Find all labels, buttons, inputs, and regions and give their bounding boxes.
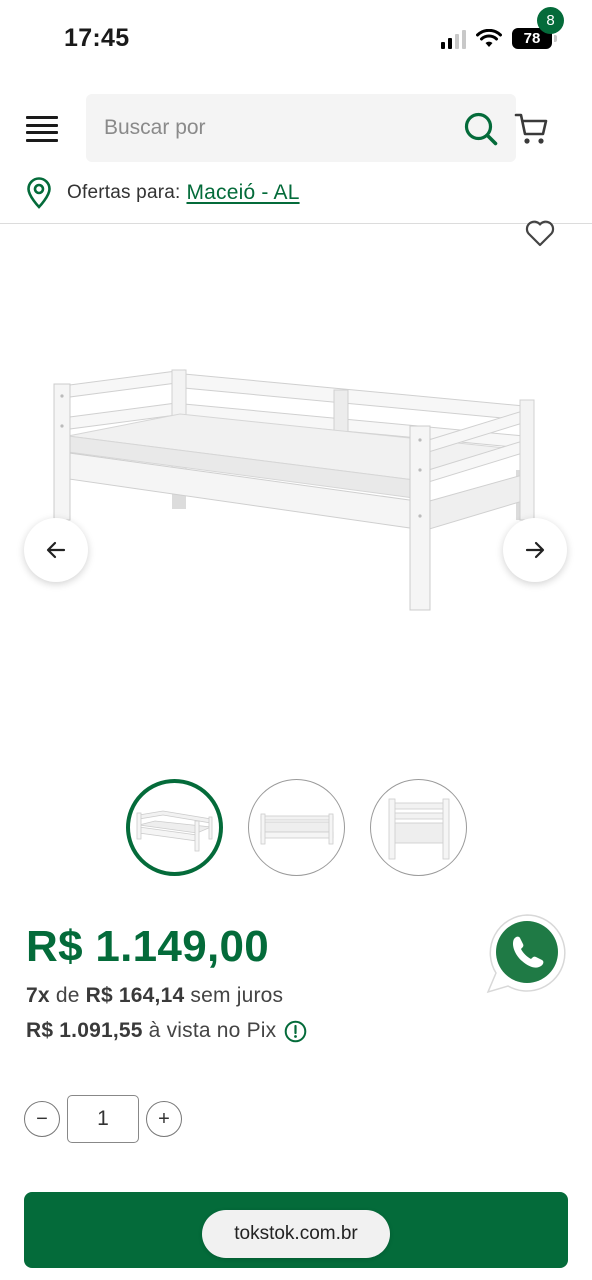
thumbnail-2[interactable] (248, 779, 345, 876)
menu-icon[interactable] (26, 116, 58, 142)
status-time: 17:45 (64, 24, 130, 52)
installments-text: 7x de R$ 164,14 sem juros (26, 984, 283, 1008)
pix-suffix: à vista no Pix (148, 1019, 277, 1042)
thumbnail-3[interactable] (370, 779, 467, 876)
location-city-link[interactable]: Maceió - AL (186, 181, 299, 205)
whatsapp-icon[interactable] (486, 912, 568, 996)
search-icon[interactable] (464, 112, 498, 146)
info-icon[interactable] (284, 1020, 307, 1043)
status-icons: 78 (441, 28, 557, 49)
cellular-signal-icon (441, 29, 466, 49)
cart-icon[interactable] (514, 110, 550, 146)
header-divider (0, 223, 592, 224)
quantity-decrease-button[interactable]: − (24, 1101, 60, 1137)
thumbnail-1[interactable] (126, 779, 223, 876)
pix-price-text: R$ 1.091,55 à vista no Pix (26, 1019, 307, 1043)
location-label: Ofertas para: (67, 182, 181, 203)
product-image (53, 369, 535, 611)
pix-value: R$ 1.091,55 (26, 1019, 143, 1042)
gallery-next-button[interactable] (503, 518, 567, 582)
installments-count: 7x (26, 984, 50, 1007)
browser-url-pill[interactable]: tokstok.com.br (202, 1210, 390, 1258)
status-bar: 17:45 78 (0, 0, 592, 78)
installment-value: R$ 164,14 (85, 984, 185, 1007)
gallery-prev-button[interactable] (24, 518, 88, 582)
thumbnail-bed-front-image (136, 810, 213, 851)
cart-count-badge: 8 (537, 7, 564, 34)
wifi-icon (476, 28, 502, 47)
thumbnail-bed-end-image (388, 798, 449, 859)
header (0, 92, 592, 164)
product-price: R$ 1.149,00 (26, 922, 270, 971)
location-pin-icon (27, 177, 51, 209)
arrow-left-icon (46, 541, 66, 559)
quantity-input[interactable] (67, 1095, 139, 1143)
search-input[interactable] (104, 94, 444, 162)
thumbnail-strip (126, 779, 467, 876)
installments-suffix: sem juros (190, 984, 284, 1007)
location-bar: Ofertas para: Maceió - AL (26, 176, 300, 210)
installments-of: de (55, 984, 80, 1007)
thumbnail-bed-side-image (260, 813, 333, 844)
arrow-right-icon (525, 541, 545, 559)
search-box[interactable] (86, 94, 516, 162)
quantity-increase-button[interactable]: + (146, 1101, 182, 1137)
heart-icon[interactable] (524, 218, 556, 248)
quantity-stepper: − + (24, 1095, 182, 1143)
